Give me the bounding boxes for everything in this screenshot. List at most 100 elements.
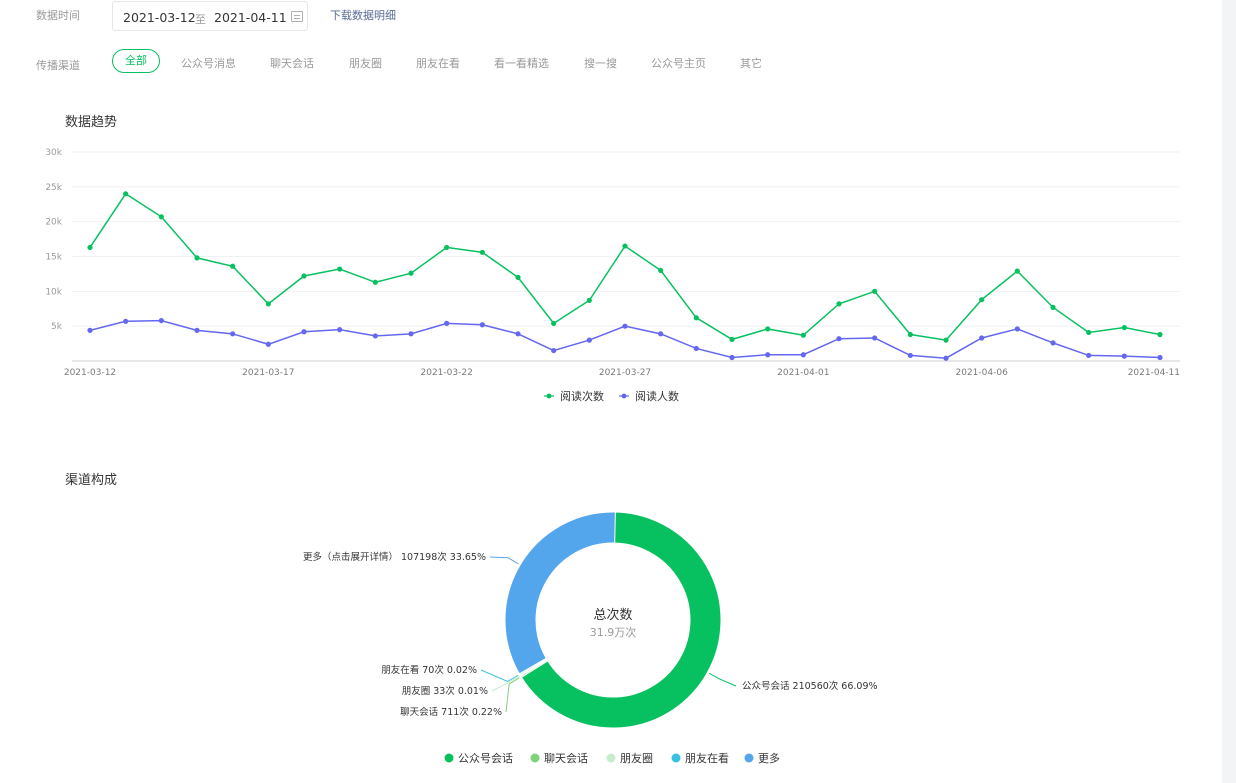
data-point bbox=[979, 335, 985, 341]
data-point bbox=[515, 331, 521, 337]
data-point bbox=[872, 335, 878, 341]
date-start: 2021-03-12 bbox=[123, 10, 196, 25]
data-point bbox=[800, 332, 806, 338]
data-point bbox=[729, 336, 735, 343]
data-point bbox=[372, 279, 378, 285]
channel-tab-other[interactable]: 其它 bbox=[740, 55, 762, 71]
data-point bbox=[337, 327, 343, 333]
data-point bbox=[1086, 352, 1092, 359]
channel-tab-search[interactable]: 搜一搜 bbox=[584, 55, 617, 71]
data-point bbox=[301, 329, 307, 335]
data-point bbox=[1157, 354, 1163, 361]
data-point bbox=[586, 297, 592, 303]
data-point bbox=[765, 352, 771, 358]
channel-tab-official-message[interactable]: 公众号消息 bbox=[181, 55, 236, 71]
series-line-reads bbox=[89, 192, 1161, 341]
data-point bbox=[1014, 268, 1020, 274]
data-point bbox=[1157, 331, 1163, 338]
calendar-icon[interactable] bbox=[291, 11, 303, 22]
data-point bbox=[1086, 329, 1092, 336]
legend-marker bbox=[530, 753, 540, 763]
data-point bbox=[622, 323, 628, 329]
data-point bbox=[765, 326, 771, 332]
channel-donut-chart: 总次数 31.9万次公众号会话 210560次 66.09% 聊天会话 711次 0… bbox=[303, 511, 878, 765]
data-point bbox=[622, 243, 628, 249]
channel-tab-all[interactable]: 全部 bbox=[112, 49, 160, 73]
x-tick-label: 2021-04-01 bbox=[777, 368, 829, 378]
slice-leader-line bbox=[491, 676, 519, 692]
data-point bbox=[479, 249, 485, 255]
data-point bbox=[693, 315, 699, 321]
slice-label: 聊天会话 711次 0.22% bbox=[400, 706, 502, 718]
data-point bbox=[943, 355, 949, 361]
y-tick-label: 25k bbox=[45, 183, 62, 193]
data-point bbox=[230, 331, 236, 337]
channel-tab-chat[interactable]: 聊天会话 bbox=[270, 55, 314, 71]
donut-slice bbox=[504, 511, 616, 675]
data-point bbox=[836, 301, 842, 307]
legend-marker bbox=[606, 753, 616, 763]
legend-label: 朋友圈 bbox=[620, 751, 653, 765]
data-point bbox=[408, 331, 414, 337]
legend-label: 阅读人数 bbox=[635, 389, 679, 403]
legend-label: 聊天会话 bbox=[544, 751, 588, 765]
donut-center-title: 总次数 bbox=[593, 607, 632, 623]
channel-tab-moments[interactable]: 朋友圈 bbox=[349, 55, 382, 71]
data-point bbox=[158, 214, 164, 220]
download-details-link[interactable]: 下载数据明细 bbox=[330, 7, 396, 23]
x-tick-label: 2021-03-12 bbox=[64, 368, 116, 378]
data-point bbox=[123, 318, 129, 324]
x-tick-label: 2021-03-17 bbox=[242, 368, 294, 378]
legend-marker bbox=[444, 753, 454, 763]
data-point bbox=[444, 244, 450, 251]
legend-marker bbox=[621, 393, 627, 399]
data-point bbox=[194, 327, 200, 333]
x-tick-label: 2021-04-11 bbox=[1128, 368, 1180, 378]
data-point bbox=[1014, 326, 1020, 332]
date-range-picker[interactable]: 2021-03-12 至 2021-04-11 bbox=[112, 1, 308, 31]
composition-title: 渠道构成 bbox=[65, 473, 118, 488]
y-tick-label: 5k bbox=[51, 322, 63, 332]
date-label: 数据时间 bbox=[36, 9, 80, 22]
data-point bbox=[87, 327, 93, 333]
data-point bbox=[1121, 353, 1127, 359]
y-tick-label: 30k bbox=[45, 148, 62, 158]
date-end: 2021-04-11 bbox=[214, 10, 287, 25]
channel-tab-top-stories[interactable]: 看一看精选 bbox=[494, 55, 549, 71]
legend-label: 更多 bbox=[758, 751, 780, 765]
data-point bbox=[515, 274, 521, 280]
x-tick-label: 2021-03-22 bbox=[421, 368, 473, 378]
data-point bbox=[265, 341, 271, 347]
data-point bbox=[1050, 304, 1056, 310]
data-point bbox=[979, 297, 985, 303]
slice-label: 更多（点击展开详情） 107198次 33.65% bbox=[303, 551, 486, 563]
data-point bbox=[372, 333, 378, 339]
data-point bbox=[907, 331, 913, 338]
x-tick-label: 2021-04-06 bbox=[956, 368, 1009, 378]
data-point bbox=[586, 337, 592, 343]
data-point bbox=[230, 263, 236, 269]
donut-center-value: 31.9万次 bbox=[590, 625, 637, 639]
trend-title: 数据趋势 bbox=[65, 115, 118, 130]
data-point bbox=[943, 337, 949, 343]
data-point bbox=[194, 255, 200, 261]
channel-tab-friends-watching[interactable]: 朋友在看 bbox=[416, 55, 460, 71]
y-tick-label: 10k bbox=[45, 287, 62, 297]
analytics-panel: 数据时间 2021-03-12 至 2021-04-11 下载数据明细 传播渠道… bbox=[0, 0, 1222, 783]
data-point bbox=[158, 317, 164, 324]
x-tick-label: 2021-03-27 bbox=[599, 368, 651, 378]
data-point bbox=[1050, 340, 1056, 346]
y-tick-label: 20k bbox=[45, 218, 62, 228]
slice-leader-line bbox=[489, 556, 519, 565]
data-point bbox=[444, 320, 450, 326]
data-point bbox=[123, 191, 129, 197]
data-point bbox=[301, 273, 307, 279]
slice-label: 朋友圈 33次 0.01% bbox=[402, 685, 488, 697]
data-point bbox=[337, 266, 343, 272]
channel-tab-account-home[interactable]: 公众号主页 bbox=[651, 55, 706, 71]
channel-label: 传播渠道 bbox=[36, 59, 80, 72]
data-point bbox=[551, 320, 557, 326]
legend-marker bbox=[744, 753, 754, 763]
data-point bbox=[729, 354, 735, 361]
legend-label: 朋友在看 bbox=[685, 751, 729, 765]
